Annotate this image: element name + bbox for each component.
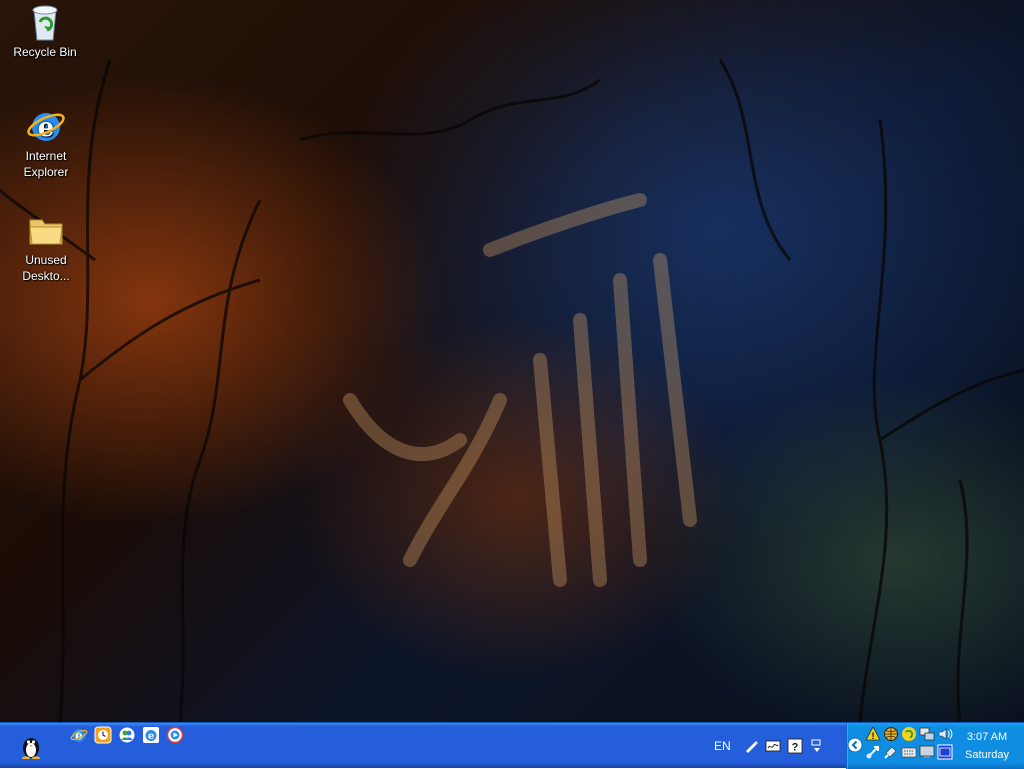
desktop-icon-label: Recycle Bin [13,45,77,59]
desktop-icon-recycle-bin[interactable]: Recycle Bin [5,2,85,60]
display-icon[interactable] [919,744,935,760]
globe-icon[interactable] [883,726,899,742]
svg-text:?: ? [791,742,798,754]
recycle-bin-icon [32,5,58,41]
internet-explorer-icon[interactable]: e [70,726,88,744]
recycle-tray-icon[interactable] [901,726,917,742]
desktop-icon-internet-explorer[interactable]: e Internet Explorer [6,106,86,180]
language-indicator[interactable]: EN [714,739,731,753]
keyboard-icon[interactable] [901,744,917,760]
usb-icon[interactable] [883,744,899,760]
blue-window-icon[interactable] [937,744,953,760]
ie-update-icon[interactable]: e [142,726,160,744]
network-warning-icon[interactable]: ! [865,726,881,742]
internet-explorer-icon: e [27,113,65,143]
start-button[interactable] [0,723,62,769]
media-player-icon[interactable] [166,726,184,744]
monitor-network-icon[interactable] [919,726,935,742]
desktop[interactable]: Recycle Bin e Internet Explorer Unused D… [0,0,1024,722]
help-icon[interactable]: ? [787,738,803,754]
pen-tool-icon[interactable] [743,738,759,754]
handwriting-icon[interactable] [765,738,781,754]
desktop-icon-unused-desktop[interactable]: Unused Deskto... [6,210,86,284]
penguin-icon [22,738,40,759]
svg-text:e: e [148,731,154,742]
desktop-icon-label: Internet Explorer [23,149,69,179]
messenger-icon[interactable] [118,726,136,744]
notification-area: ! 3:07 AM Saturday [846,723,1024,769]
speaker-icon[interactable] [937,726,953,742]
tray-icons: ! [865,726,955,760]
chevron-left-icon[interactable] [847,737,863,753]
language-bar: EN ? [714,735,825,757]
svg-text:!: ! [872,731,875,741]
options-icon[interactable] [809,738,825,754]
taskbar: e e EN ? ! 3:07 AM Saturday [0,722,1024,769]
desktop-icon-label: Unused Deskto... [22,253,70,283]
quick-launch: e e [70,725,184,745]
clock-app-icon[interactable] [94,726,112,744]
clock-day: Saturday [964,749,1010,761]
folder-icon [29,219,63,245]
wallpaper-art [0,59,1024,722]
clock[interactable]: 3:07 AM Saturday [954,728,1020,764]
clock-time: 3:07 AM [966,731,1008,743]
safely-remove-icon[interactable] [865,744,881,760]
